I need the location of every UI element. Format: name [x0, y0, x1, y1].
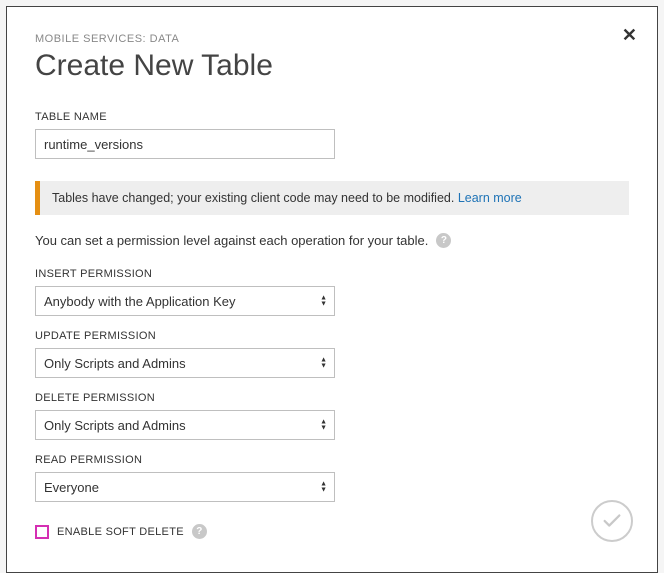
page-title: Create New Table: [35, 49, 629, 83]
insert-permission-label: INSERT PERMISSION: [35, 268, 629, 280]
update-permission-label: UPDATE PERMISSION: [35, 330, 629, 342]
delete-permission-select[interactable]: Only Scripts and Admins: [35, 410, 335, 440]
create-table-dialog: ✕ MOBILE SERVICES: DATA Create New Table…: [6, 6, 658, 573]
close-icon[interactable]: ✕: [622, 25, 637, 46]
enable-soft-delete-label: ENABLE SOFT DELETE: [57, 526, 184, 538]
check-icon: [601, 510, 623, 532]
insert-permission-select[interactable]: Anybody with the Application Key: [35, 286, 335, 316]
update-permission-select[interactable]: Only Scripts and Admins: [35, 348, 335, 378]
info-text: Tables have changed; your existing clien…: [52, 191, 458, 205]
learn-more-link[interactable]: Learn more: [458, 191, 522, 205]
info-banner: Tables have changed; your existing clien…: [35, 181, 629, 215]
help-icon[interactable]: ?: [192, 524, 207, 539]
help-icon[interactable]: ?: [436, 233, 451, 248]
permission-description: You can set a permission level against e…: [35, 233, 428, 248]
table-name-label: TABLE NAME: [35, 111, 629, 123]
confirm-button[interactable]: [591, 500, 633, 542]
delete-permission-label: DELETE PERMISSION: [35, 392, 629, 404]
read-permission-label: READ PERMISSION: [35, 454, 629, 466]
read-permission-select[interactable]: Everyone: [35, 472, 335, 502]
table-name-input[interactable]: [35, 129, 335, 159]
breadcrumb: MOBILE SERVICES: DATA: [35, 33, 629, 45]
enable-soft-delete-checkbox[interactable]: [35, 525, 49, 539]
